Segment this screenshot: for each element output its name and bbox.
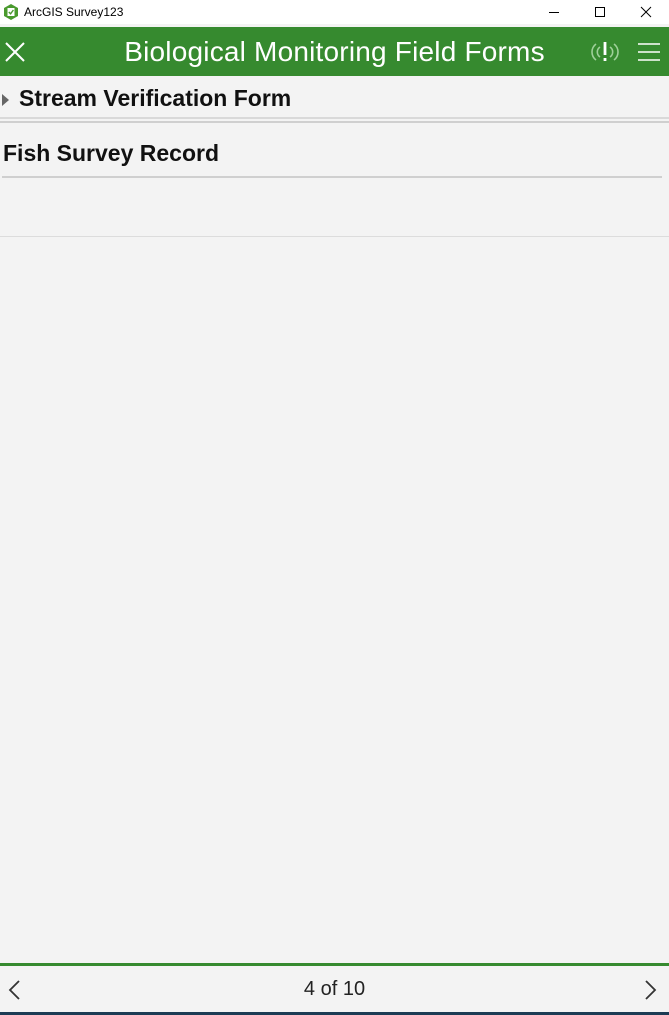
window-controls	[531, 0, 669, 24]
window-close-button[interactable]	[623, 0, 669, 24]
section-title: Fish Survey Record	[3, 140, 220, 166]
chevron-right-icon[interactable]	[641, 978, 659, 1002]
window-title: ArcGIS Survey123	[24, 5, 124, 19]
group-divider-secondary	[0, 121, 669, 123]
section-divider	[2, 176, 662, 178]
window-titlebar[interactable]: ArcGIS Survey123	[0, 0, 669, 24]
minimize-icon	[549, 12, 559, 13]
page-navigation: 4 of 10	[0, 966, 669, 1012]
maximize-icon	[595, 7, 605, 17]
hamburger-menu-icon[interactable]	[637, 41, 661, 63]
survey123-app-icon	[4, 4, 18, 20]
content-divider	[0, 236, 669, 237]
minimize-button[interactable]	[531, 0, 577, 24]
collapsed-caret-icon	[2, 94, 9, 106]
group-divider	[0, 117, 669, 119]
maximize-button[interactable]	[577, 0, 623, 24]
group-title: Stream Verification Form	[19, 85, 292, 111]
window-close-icon	[640, 6, 652, 18]
app-window: ArcGIS Survey123 Biological Monitoring F…	[0, 0, 669, 1015]
page-indicator: 4 of 10	[303, 978, 366, 1000]
location-alert-icon[interactable]	[590, 38, 620, 66]
survey-title: Biological Monitoring Field Forms	[124, 36, 545, 67]
group-stream-verification[interactable]: Stream Verification Form	[0, 82, 669, 118]
survey-header: Biological Monitoring Field Forms	[0, 27, 669, 76]
